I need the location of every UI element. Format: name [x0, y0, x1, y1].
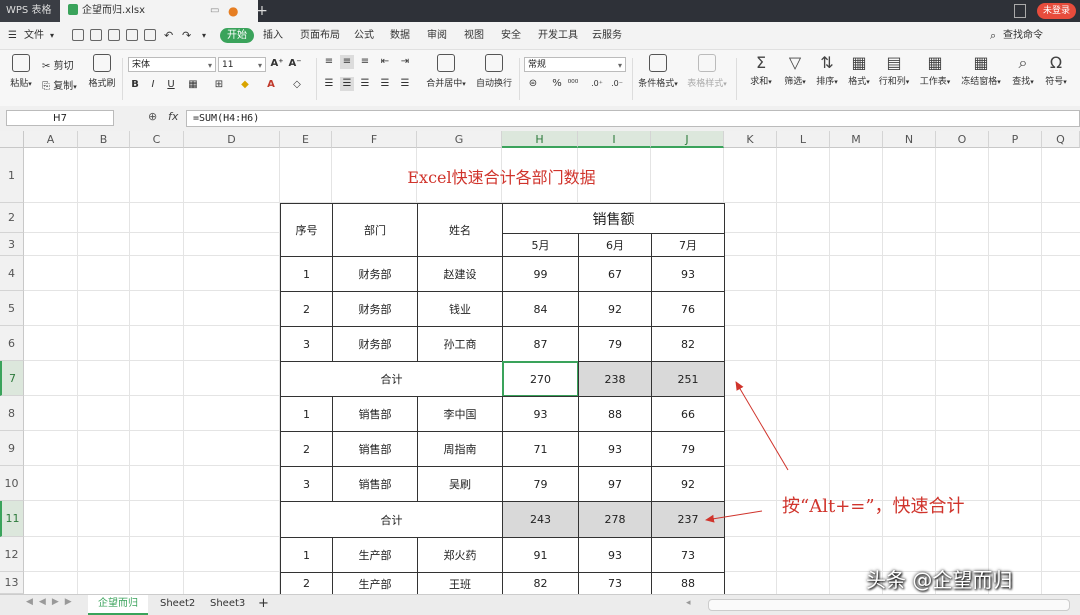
horizontal-scrollbar[interactable] [708, 599, 1070, 611]
sheet-tab-bar: ◀◀▶▶ 企望而归 Sheet2 Sheet3 + ◂ [0, 594, 1080, 615]
annotation-text: 按“Alt+=”，快速合计 [782, 496, 965, 517]
sheet-tab-active[interactable]: 企望而归 [88, 595, 148, 615]
annotation-arrows [705, 381, 789, 523]
arrow-to-row11 [705, 510, 763, 523]
arrow-to-row7 [735, 381, 789, 471]
sheet-tab[interactable]: Sheet3 [200, 595, 255, 613]
scroll-left-icon[interactable]: ◂ [686, 598, 691, 608]
sheet-tab[interactable]: Sheet2 [150, 595, 205, 613]
watermark: 头条 @企望而归 [866, 568, 1013, 592]
add-sheet-button[interactable]: + [248, 595, 279, 613]
sheet-nav-arrows-icon[interactable]: ◀◀▶▶ [26, 597, 78, 607]
